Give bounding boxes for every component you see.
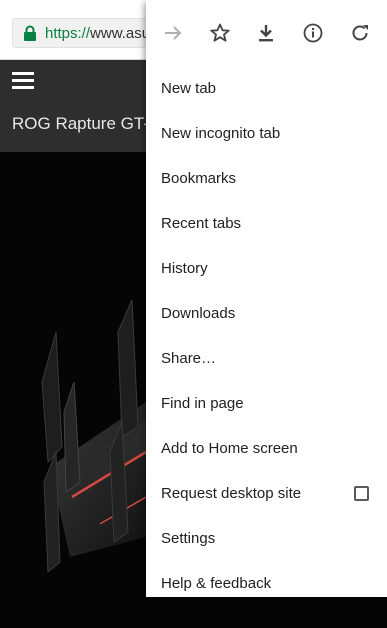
menu-toolbar — [146, 0, 387, 66]
menu-item-label: Add to Home screen — [161, 440, 298, 457]
url-scheme: https:// — [45, 24, 91, 42]
menu-item-label: Bookmarks — [161, 170, 237, 187]
lock-icon — [24, 25, 36, 41]
menu-item-label: New incognito tab — [161, 125, 281, 142]
info-icon[interactable] — [299, 19, 327, 47]
menu-item-downloads[interactable]: Downloads — [146, 291, 387, 336]
menu-item-label: Settings — [161, 530, 216, 547]
refresh-icon[interactable] — [346, 19, 374, 47]
menu-item-history[interactable]: History — [146, 246, 387, 291]
browser-overflow-menu: New tab New incognito tab Bookmarks Rece… — [146, 0, 387, 597]
menu-item-label: History — [161, 260, 208, 277]
menu-item-bookmarks[interactable]: Bookmarks — [146, 156, 387, 201]
menu-item-recent-tabs[interactable]: Recent tabs — [146, 201, 387, 246]
menu-item-share[interactable]: Share… — [146, 336, 387, 381]
menu-item-label: Downloads — [161, 305, 236, 322]
menu-item-settings[interactable]: Settings — [146, 516, 387, 561]
download-icon[interactable] — [252, 19, 280, 47]
star-icon[interactable] — [206, 19, 234, 47]
menu-item-label: Request desktop site — [161, 485, 302, 502]
menu-item-label: Recent tabs — [161, 215, 242, 232]
menu-item-label: Help & feedback — [161, 575, 272, 592]
menu-item-find-in-page[interactable]: Find in page — [146, 381, 387, 426]
request-desktop-checkbox[interactable] — [354, 486, 369, 501]
menu-item-add-to-home-screen[interactable]: Add to Home screen — [146, 426, 387, 471]
menu-item-label: Share… — [161, 350, 217, 367]
forward-arrow-icon[interactable] — [159, 19, 187, 47]
menu-item-new-incognito-tab[interactable]: New incognito tab — [146, 111, 387, 156]
menu-item-new-tab[interactable]: New tab — [146, 66, 387, 111]
menu-item-label: Find in page — [161, 395, 244, 412]
menu-item-label: New tab — [161, 80, 217, 97]
menu-item-request-desktop-site[interactable]: Request desktop site — [146, 471, 387, 516]
hamburger-menu-icon[interactable] — [12, 72, 34, 90]
menu-item-help-feedback[interactable]: Help & feedback — [146, 561, 387, 606]
